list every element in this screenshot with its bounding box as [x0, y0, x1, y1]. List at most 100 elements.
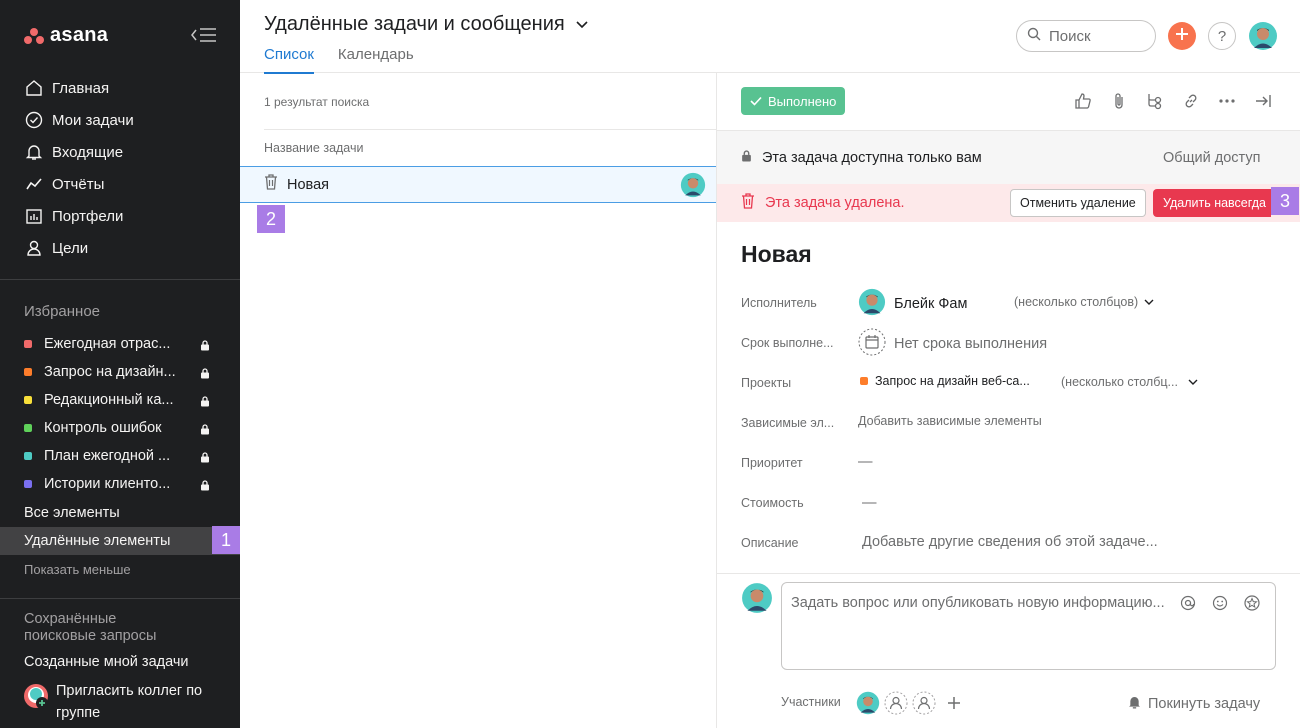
- person-icon: [24, 238, 44, 258]
- avatar[interactable]: [680, 172, 706, 203]
- avatar[interactable]: [1248, 21, 1278, 56]
- project-color-dot: [24, 480, 32, 488]
- project-chip[interactable]: Запрос на дизайн веб-са...: [860, 374, 1030, 388]
- show-less-link[interactable]: Показать меньше: [24, 562, 131, 577]
- add-dependencies-button[interactable]: Добавить зависимые элементы: [858, 414, 1042, 428]
- delete-permanently-button[interactable]: Удалить навсегда: [1153, 189, 1271, 217]
- deleted-items-link[interactable]: Удалённые элементы: [0, 527, 240, 555]
- link-icon[interactable]: [1181, 91, 1201, 111]
- task-title[interactable]: Новая: [741, 241, 812, 268]
- project-color-dot: [24, 368, 32, 376]
- privacy-notice: Эта задача доступна только вам Общий дос…: [717, 130, 1300, 184]
- priority-label: Приоритет: [741, 456, 803, 470]
- project-section-dropdown[interactable]: (несколько столбц...: [1061, 374, 1198, 390]
- chevron-down-icon: [575, 13, 589, 36]
- help-button[interactable]: ?: [1208, 22, 1236, 50]
- logo-text: asana: [50, 24, 109, 46]
- nav-label: Входящие: [52, 143, 124, 161]
- favorite-item[interactable]: Контроль ошибок: [0, 414, 240, 442]
- asana-logo[interactable]: asana: [24, 24, 108, 47]
- avatar[interactable]: [856, 691, 880, 720]
- subtask-icon[interactable]: [1145, 91, 1165, 111]
- add-participant-icon[interactable]: [884, 691, 908, 720]
- favorite-label: Истории клиенто...: [44, 476, 171, 492]
- favorite-item[interactable]: Ежегодная отрас...: [0, 330, 240, 358]
- mark-complete-button[interactable]: Выполнено: [741, 87, 846, 115]
- nav-label: Отчёты: [52, 175, 105, 193]
- like-icon[interactable]: [1073, 91, 1093, 111]
- collapse-sidebar-icon[interactable]: [190, 26, 218, 44]
- nav-inbox[interactable]: Входящие: [0, 136, 240, 168]
- bell-icon: [24, 142, 44, 162]
- add-participant-icon[interactable]: [912, 691, 936, 720]
- nav-goals[interactable]: Цели: [0, 232, 240, 264]
- assignee-section-dropdown[interactable]: (несколько столбцов): [1014, 294, 1154, 310]
- assignee-field[interactable]: Блейк Фам: [858, 288, 967, 320]
- mention-icon[interactable]: [1180, 595, 1196, 616]
- projects-label: Проекты: [741, 376, 792, 390]
- favorites-list: Ежегодная отрас... Запрос на дизайн... Р…: [0, 330, 240, 498]
- search-input[interactable]: Поиск: [1016, 20, 1156, 52]
- participants-label: Участники: [781, 695, 841, 709]
- task-detail-pane: Выполнено Эта задача доступна только вам…: [716, 73, 1300, 728]
- chart-line-icon: [24, 174, 44, 194]
- portfolio-icon: [24, 206, 44, 226]
- all-items-link[interactable]: Все элементы: [0, 499, 240, 527]
- star-icon[interactable]: [1244, 595, 1260, 616]
- favorite-item[interactable]: Истории клиенто...: [0, 470, 240, 498]
- project-section-value: (несколько столбц...: [1061, 375, 1178, 389]
- favorite-item[interactable]: Запрос на дизайн...: [0, 358, 240, 386]
- favorite-label: План ежегодной ...: [44, 448, 171, 464]
- table-row[interactable]: Новая: [240, 166, 716, 203]
- due-date-value: Нет срока выполнения: [894, 336, 1048, 352]
- task-list-pane: 1 результат поиска Название задачи Новая…: [240, 73, 716, 728]
- composer-divider: [717, 573, 1300, 574]
- done-label: Выполнено: [768, 93, 837, 109]
- lock-icon: [200, 451, 210, 467]
- list-divider: [264, 129, 716, 130]
- favorites-title: Избранное: [24, 303, 101, 320]
- lock-icon: [200, 423, 210, 439]
- paperclip-icon[interactable]: [1109, 91, 1129, 111]
- lock-icon: [200, 367, 210, 383]
- lock-icon: [741, 149, 752, 166]
- bell-icon: [1127, 694, 1142, 714]
- description-label: Описание: [741, 536, 799, 550]
- cost-field[interactable]: —: [862, 495, 877, 511]
- page-title[interactable]: Удалённые задачи и сообщения: [264, 13, 589, 36]
- quick-add-button[interactable]: [1168, 22, 1196, 50]
- tab-list[interactable]: Список: [264, 46, 314, 74]
- check-icon: [750, 94, 762, 109]
- favorite-item[interactable]: План ежегодной ...: [0, 442, 240, 470]
- due-date-field[interactable]: Нет срока выполнения: [858, 328, 1047, 360]
- favorite-label: Контроль ошибок: [44, 420, 162, 436]
- cost-label: Стоимость: [741, 496, 804, 510]
- project-color-dot: [860, 377, 868, 385]
- plus-icon: [1175, 27, 1189, 46]
- created-by-me-link[interactable]: Созданные мной задачи: [24, 654, 189, 670]
- favorite-item[interactable]: Редакционный ка...: [0, 386, 240, 414]
- description-field[interactable]: Добавьте другие сведения об этой задаче.…: [862, 534, 1158, 550]
- nav-home[interactable]: Главная: [0, 72, 240, 104]
- leave-task-button[interactable]: Покинуть задачу: [1127, 694, 1260, 714]
- close-pane-icon[interactable]: [1253, 91, 1273, 111]
- plus-icon[interactable]: [947, 696, 961, 715]
- more-icon[interactable]: [1217, 91, 1237, 111]
- priority-field[interactable]: —: [858, 454, 873, 470]
- tab-calendar[interactable]: Календарь: [338, 46, 414, 74]
- trash-icon: [264, 174, 278, 195]
- nav-reports[interactable]: Отчёты: [0, 168, 240, 200]
- undo-delete-button[interactable]: Отменить удаление: [1010, 189, 1146, 217]
- nav-my-tasks[interactable]: Мои задачи: [0, 104, 240, 136]
- lock-icon: [200, 339, 210, 355]
- invite-teammates[interactable]: Пригласить коллег по группе: [0, 672, 240, 728]
- task-toolbar: [1073, 91, 1273, 111]
- nav-portfolios[interactable]: Портфели: [0, 200, 240, 232]
- share-button[interactable]: Общий доступ: [1163, 150, 1260, 166]
- search-icon: [1027, 27, 1041, 45]
- comment-input[interactable]: Задать вопрос или опубликовать новую инф…: [781, 582, 1276, 670]
- chevron-down-icon: [1188, 374, 1198, 390]
- project-color-dot: [24, 396, 32, 404]
- lock-icon: [200, 479, 210, 495]
- emoji-icon[interactable]: [1212, 595, 1228, 616]
